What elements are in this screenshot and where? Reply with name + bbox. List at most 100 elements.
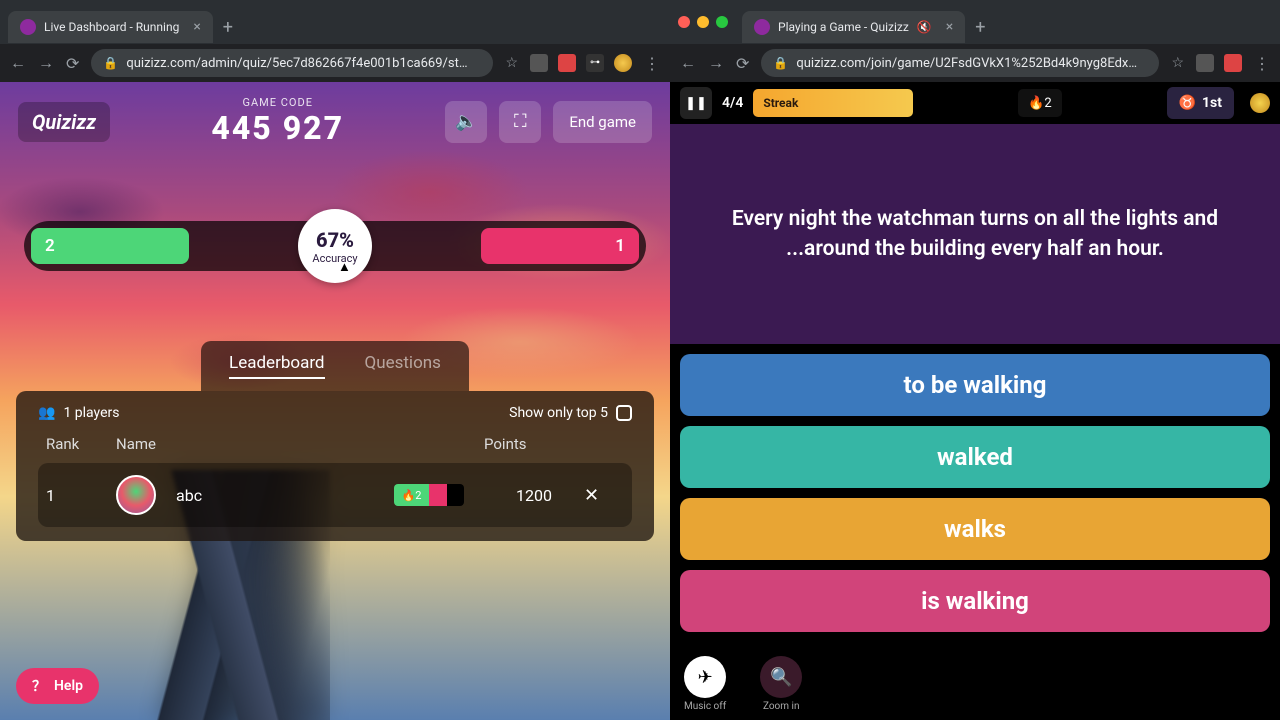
streak-count: 🔥2 bbox=[1018, 89, 1062, 117]
music-label: Music off bbox=[684, 701, 726, 712]
incorrect-count: 1 bbox=[481, 228, 639, 264]
rank-label: 1st bbox=[1202, 95, 1222, 111]
extension-icon[interactable] bbox=[530, 54, 548, 72]
pause-icon: ❚❚ bbox=[685, 96, 707, 111]
col-rank: Rank bbox=[46, 435, 116, 453]
url-text: quizizz.com/join/game/U2FsdGVkX1%252Bd4k… bbox=[796, 56, 1137, 71]
lock-icon: 🔒 bbox=[773, 56, 788, 70]
question-card: Every night the watchman turns on all th… bbox=[670, 124, 1280, 344]
forward-button[interactable]: → bbox=[708, 53, 724, 73]
row-points: 1200 bbox=[484, 486, 584, 505]
bookmark-icon[interactable]: ☆ bbox=[1171, 55, 1184, 71]
coin-icon[interactable] bbox=[1250, 93, 1270, 113]
menu-icon[interactable]: ⋮ bbox=[644, 54, 660, 73]
row-progress: 🔥2 bbox=[394, 484, 464, 506]
dashboard-app: Quizizz GAME CODE 445 927 🔈 ⛶ End game 2… bbox=[0, 82, 670, 720]
accuracy-bar: 2 1 67% Accuracy ▲ bbox=[24, 221, 646, 271]
forward-button[interactable]: → bbox=[38, 53, 54, 73]
accuracy-percent: 67% bbox=[316, 228, 354, 252]
close-window-icon[interactable] bbox=[678, 16, 690, 28]
tab-questions[interactable]: Questions bbox=[365, 353, 441, 379]
remove-player-button[interactable]: ✕ bbox=[584, 485, 624, 506]
fullscreen-icon: ⛶ bbox=[514, 111, 527, 132]
correct-count: 2 bbox=[31, 228, 189, 264]
close-icon[interactable]: × bbox=[193, 19, 200, 35]
reload-button[interactable]: ⟳ bbox=[736, 54, 749, 73]
player-bottombar: ✈ Music off 🔍 Zoom in bbox=[670, 648, 1280, 720]
mute-icon[interactable]: 🔇 bbox=[917, 20, 932, 34]
new-tab-button[interactable]: + bbox=[975, 17, 985, 38]
extension-icon[interactable] bbox=[1224, 54, 1242, 72]
new-tab-button[interactable]: + bbox=[223, 17, 233, 38]
lock-icon: 🔒 bbox=[103, 56, 118, 70]
answer-option-2[interactable]: walked bbox=[680, 426, 1270, 488]
reload-button[interactable]: ⟳ bbox=[66, 54, 79, 73]
extension-icons: ⊶ bbox=[530, 54, 632, 72]
rank-icon: ♉ bbox=[1179, 95, 1196, 111]
back-button[interactable]: ← bbox=[680, 53, 696, 73]
browser-tabstrip-left: Live Dashboard - Running × + bbox=[0, 0, 670, 44]
favicon-icon bbox=[20, 19, 36, 35]
row-name: abc bbox=[176, 486, 394, 505]
address-bar[interactable]: 🔒 quizizz.com/admin/quiz/5ec7d862667f4e0… bbox=[91, 49, 493, 77]
sound-button[interactable]: 🔈 bbox=[445, 101, 487, 143]
end-game-button[interactable]: End game bbox=[553, 101, 652, 143]
players-label: 1 players bbox=[63, 405, 119, 421]
answer-option-4[interactable]: is walking bbox=[680, 570, 1270, 632]
music-icon: ✈ bbox=[698, 667, 713, 688]
browser-tab[interactable]: Live Dashboard - Running × bbox=[8, 11, 213, 43]
checkbox-icon[interactable] bbox=[616, 405, 632, 421]
bookmark-icon[interactable]: ☆ bbox=[505, 55, 518, 71]
show-top-toggle[interactable]: Show only top 5 bbox=[509, 405, 632, 421]
favicon-icon bbox=[754, 19, 770, 35]
tab-title: Live Dashboard - Running bbox=[44, 20, 179, 34]
menu-icon[interactable]: ⋮ bbox=[1254, 54, 1270, 73]
tab-leaderboard[interactable]: Leaderboard bbox=[229, 353, 324, 379]
music-toggle[interactable]: ✈ Music off bbox=[684, 656, 726, 712]
zoom-icon: 🔍 bbox=[770, 667, 792, 688]
browser-toolbar-right: ← → ⟳ 🔒 quizizz.com/join/game/U2FsdGVkX1… bbox=[670, 44, 1280, 82]
maximize-window-icon[interactable] bbox=[716, 16, 728, 28]
close-icon[interactable]: × bbox=[946, 19, 953, 35]
question-counter: 4/4 bbox=[722, 95, 743, 111]
players-icon: 👥 bbox=[38, 405, 55, 421]
leaderboard-panel: 👥 1 players Show only top 5 Rank Name Po… bbox=[16, 391, 654, 541]
answer-option-3[interactable]: walks bbox=[680, 498, 1270, 560]
streak-badge: 🔥2 bbox=[394, 484, 429, 506]
extension-icon[interactable] bbox=[558, 54, 576, 72]
table-header: Rank Name Points bbox=[38, 435, 632, 463]
help-button[interactable]: ？ Help bbox=[16, 668, 99, 704]
profile-avatar-icon[interactable] bbox=[614, 54, 632, 72]
tab-title: Playing a Game - Quizizz bbox=[778, 20, 909, 34]
fullscreen-button[interactable]: ⛶ bbox=[499, 101, 541, 143]
extension-icon[interactable]: ⊶ bbox=[586, 54, 604, 72]
player-app: ❚❚ 4/4 Streak 🔥2 ♉ 1st Every night the w… bbox=[670, 82, 1280, 720]
rank-badge: ♉ 1st bbox=[1167, 87, 1234, 119]
table-row: 1 abc 🔥2 1200 ✕ bbox=[38, 463, 632, 527]
minimize-window-icon[interactable] bbox=[697, 16, 709, 28]
pause-button[interactable]: ❚❚ bbox=[680, 87, 712, 119]
accuracy-circle: 67% Accuracy ▲ bbox=[298, 209, 372, 283]
tabs: Leaderboard Questions bbox=[201, 341, 469, 391]
address-bar[interactable]: 🔒 quizizz.com/join/game/U2FsdGVkX1%252Bd… bbox=[761, 49, 1159, 77]
volume-icon: 🔈 bbox=[455, 111, 477, 132]
game-code-label: GAME CODE bbox=[122, 96, 433, 109]
streak-bar: Streak bbox=[753, 89, 913, 117]
extension-icon[interactable] bbox=[1196, 54, 1214, 72]
url-text: quizizz.com/admin/quiz/5ec7d862667f4e001… bbox=[126, 56, 467, 71]
help-icon: ？ bbox=[32, 676, 46, 696]
question-text: Every night the watchman turns on all th… bbox=[698, 204, 1252, 265]
col-points: Points bbox=[484, 435, 584, 453]
zoom-button[interactable]: 🔍 Zoom in bbox=[760, 656, 802, 712]
quizizz-logo[interactable]: Quizizz bbox=[18, 102, 110, 142]
players-count: 👥 1 players bbox=[38, 405, 120, 421]
window-controls bbox=[678, 16, 728, 28]
player-topbar: ❚❚ 4/4 Streak 🔥2 ♉ 1st bbox=[670, 82, 1280, 124]
answer-option-1[interactable]: to be walking bbox=[680, 354, 1270, 416]
show-top-label: Show only top 5 bbox=[509, 405, 608, 421]
browser-tab[interactable]: Playing a Game - Quizizz 🔇 × bbox=[742, 11, 965, 43]
answers: to be walking walked walks is walking bbox=[670, 344, 1280, 648]
avatar bbox=[116, 475, 156, 515]
back-button[interactable]: ← bbox=[10, 53, 26, 73]
game-code-value: 445 927 bbox=[122, 109, 433, 147]
